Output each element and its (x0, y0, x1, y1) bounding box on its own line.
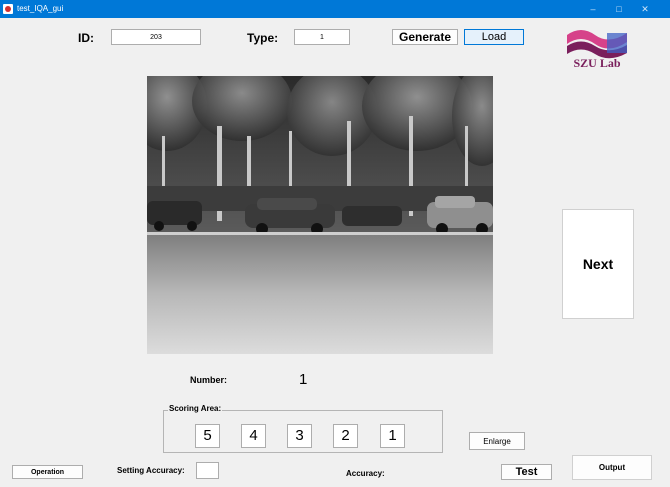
setting-accuracy-field[interactable] (196, 462, 219, 479)
maximize-icon[interactable]: □ (608, 0, 630, 18)
setting-accuracy-label: Setting Accuracy: (117, 466, 185, 475)
id-label: ID: (78, 31, 94, 45)
minimize-icon[interactable]: – (582, 0, 604, 18)
number-label: Number: (190, 375, 228, 385)
next-button[interactable]: Next (562, 209, 634, 319)
test-button[interactable]: Test (501, 464, 552, 480)
score-2-button[interactable]: 2 (333, 424, 358, 448)
close-icon[interactable]: ✕ (634, 0, 656, 18)
score-3-button[interactable]: 3 (287, 424, 312, 448)
id-field[interactable] (111, 29, 201, 45)
enlarge-button[interactable]: Enlarge (469, 432, 525, 450)
logo-text: SZU Lab (573, 56, 621, 70)
type-field[interactable] (294, 29, 350, 45)
title-bar: test_IQA_gui – □ ✕ (0, 0, 670, 18)
scoring-area-legend: Scoring Area: (168, 404, 223, 413)
score-4-button[interactable]: 4 (241, 424, 266, 448)
score-5-button[interactable]: 5 (195, 424, 220, 448)
score-1-button[interactable]: 1 (380, 424, 405, 448)
operation-button[interactable]: Operation (12, 465, 83, 479)
output-button[interactable]: Output (572, 455, 652, 480)
window-title: test_IQA_gui (17, 4, 64, 13)
type-label: Type: (247, 31, 279, 45)
thermal-image (147, 76, 493, 354)
app-icon (3, 4, 13, 14)
generate-button[interactable]: Generate (392, 29, 458, 45)
accuracy-label: Accuracy: (346, 469, 385, 478)
load-button[interactable]: Load (464, 29, 524, 45)
number-value: 1 (299, 371, 308, 388)
